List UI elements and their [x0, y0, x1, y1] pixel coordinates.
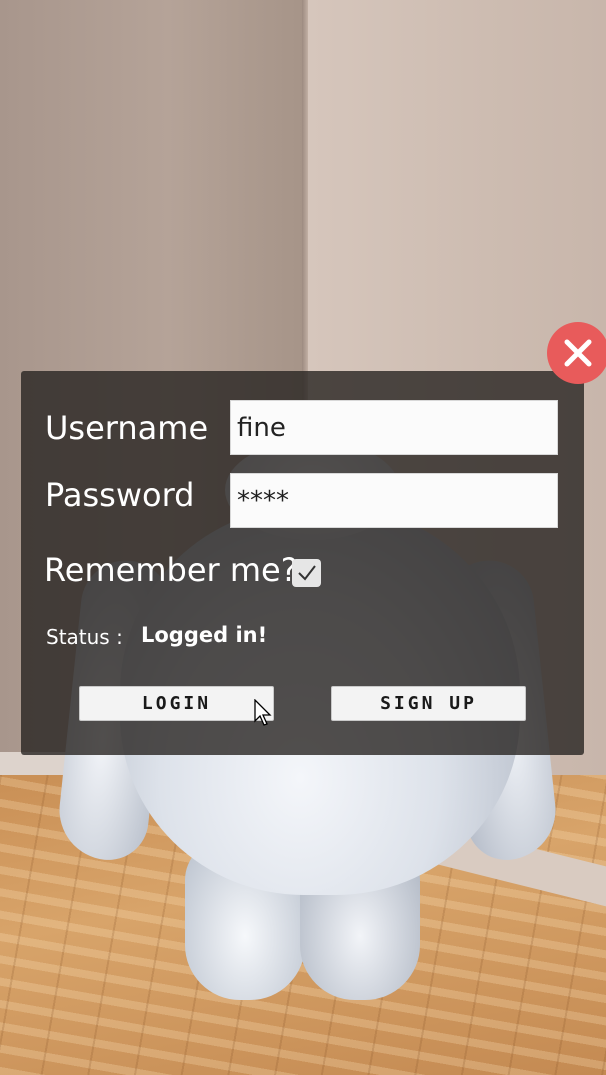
status-value: Logged in! [141, 623, 268, 647]
username-field[interactable] [230, 400, 558, 455]
login-button[interactable]: LOGIN [79, 686, 274, 721]
mouse-cursor-icon [254, 699, 272, 726]
password-field[interactable] [230, 473, 558, 528]
close-icon [564, 339, 592, 367]
password-label: Password [45, 476, 195, 514]
status-label: Status : [46, 625, 123, 649]
sign-up-button[interactable]: SIGN UP [331, 686, 526, 721]
username-label: Username [45, 409, 209, 447]
close-button[interactable] [547, 322, 606, 384]
login-panel: Username Password Remember me? Status : … [21, 371, 584, 755]
remember-me-checkbox[interactable] [292, 559, 321, 587]
checkmark-icon [297, 565, 316, 581]
remember-me-label: Remember me? [44, 551, 298, 589]
